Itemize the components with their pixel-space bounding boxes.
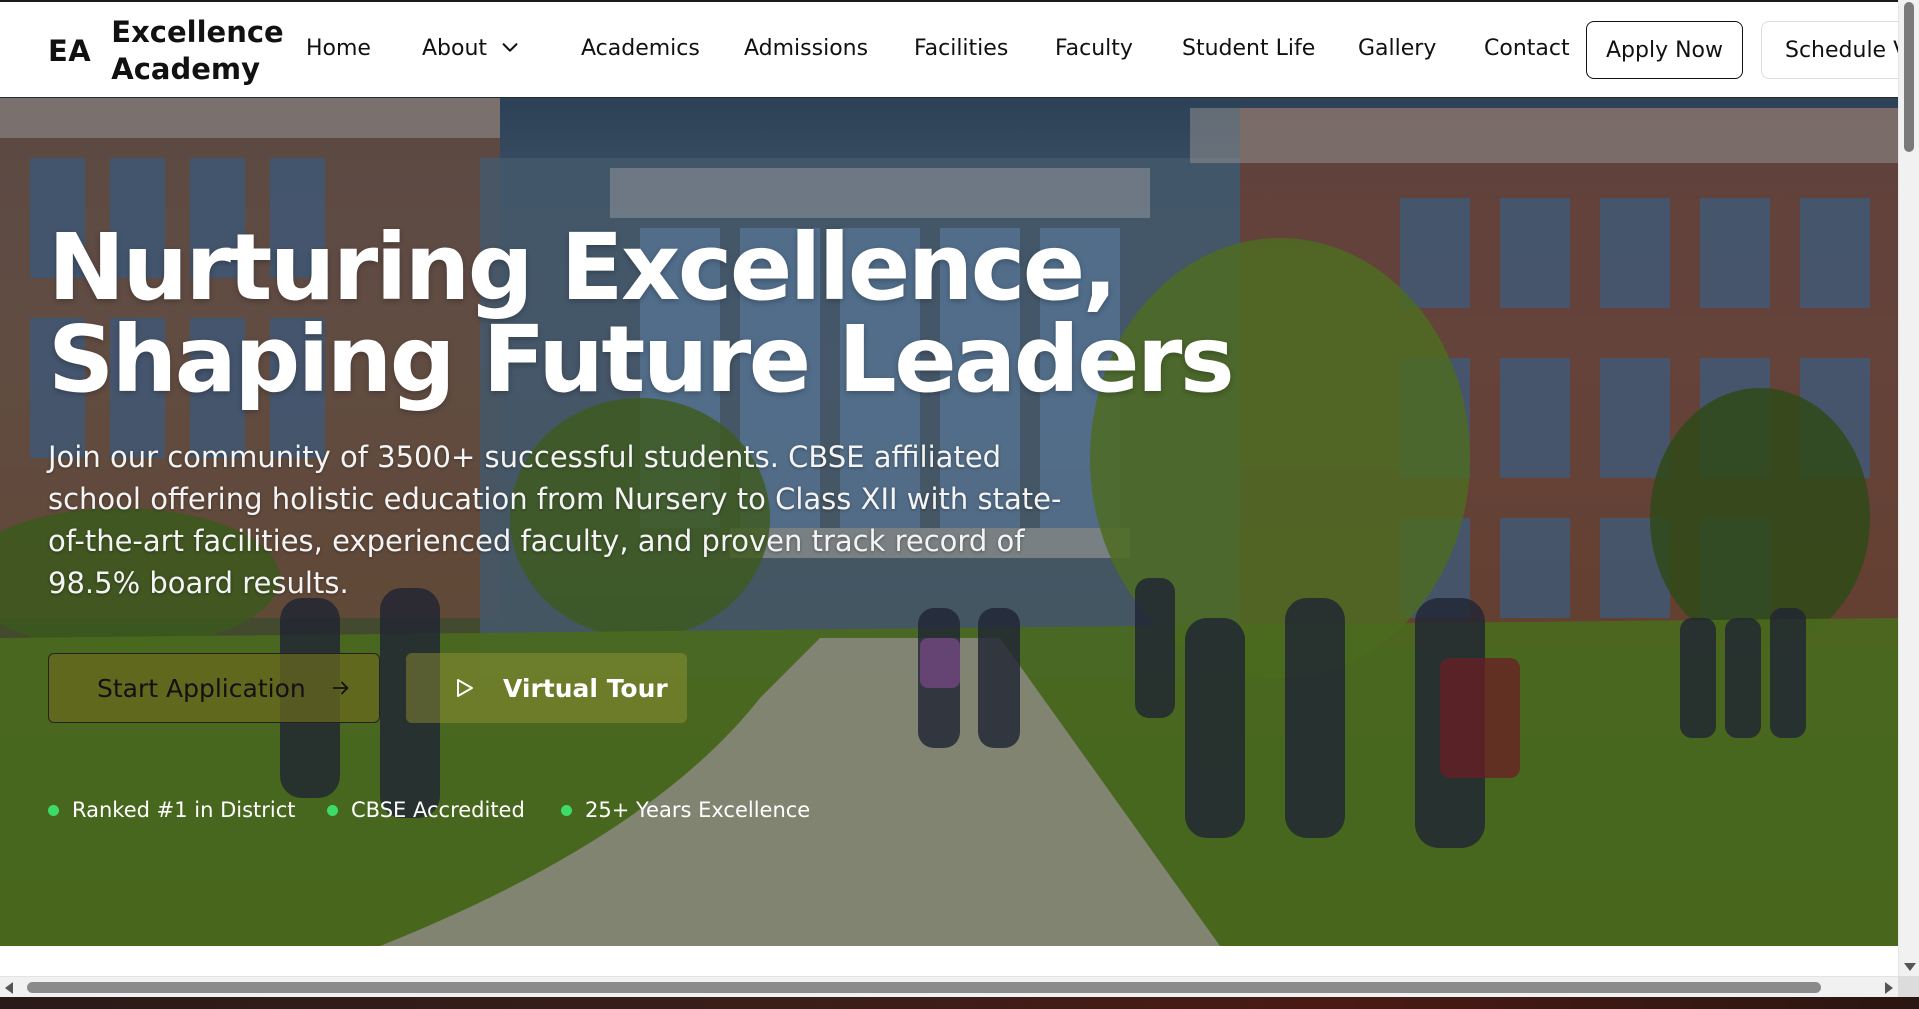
nav-item-student-life[interactable]: Student Life	[1182, 36, 1315, 61]
scrollbar-corner	[1898, 976, 1919, 997]
nav-item-facilities[interactable]: Facilities	[914, 36, 1008, 61]
virtual-tour-label: Virtual Tour	[503, 673, 668, 703]
page-content-below-hero	[0, 946, 1898, 976]
apply-now-button[interactable]: Apply Now	[1586, 21, 1743, 79]
start-application-label: Start Application	[97, 673, 306, 703]
green-dot-icon	[561, 804, 572, 816]
scroll-down-arrow-icon[interactable]	[1904, 963, 1916, 971]
nav-item-academics[interactable]: Academics	[581, 36, 700, 61]
badge-years: 25+ Years Excellence	[561, 798, 810, 822]
arrow-right-icon	[332, 681, 349, 695]
nav-item-gallery[interactable]: Gallery	[1358, 36, 1436, 61]
brand-logo[interactable]: EA Excellence Academy	[48, 10, 284, 92]
horizontal-scrollbar[interactable]	[0, 976, 1898, 997]
hero-title: Nurturing Excellence, Shaping Future Lea…	[48, 214, 1235, 413]
start-application-button[interactable]: Start Application	[48, 653, 380, 723]
play-icon	[457, 679, 473, 697]
horizontal-scroll-thumb[interactable]	[27, 982, 1821, 993]
badge-label: 25+ Years Excellence	[585, 798, 811, 822]
badge-accredited: CBSE Accredited	[327, 798, 525, 822]
scroll-left-arrow-icon[interactable]	[5, 982, 13, 994]
os-taskbar-strip	[0, 997, 1919, 1009]
virtual-tour-button[interactable]: Virtual Tour	[406, 653, 687, 723]
vertical-scroll-thumb[interactable]	[1904, 2, 1914, 152]
nav-item-contact[interactable]: Contact	[1484, 36, 1570, 61]
nav-item-about-label: About	[422, 36, 488, 61]
scroll-right-arrow-icon[interactable]	[1885, 982, 1893, 994]
badge-label: Ranked #1 in District	[72, 798, 296, 822]
badge-ranked: Ranked #1 in District	[48, 798, 296, 822]
badge-label: CBSE Accredited	[351, 798, 525, 822]
nav-item-faculty[interactable]: Faculty	[1055, 36, 1133, 61]
hero-description: Join our community of 3500+ successful s…	[48, 440, 1062, 600]
green-dot-icon	[48, 804, 59, 816]
brand-mark: EA	[48, 34, 92, 68]
chevron-down-icon	[502, 43, 518, 52]
nav-item-home[interactable]: Home	[306, 36, 371, 61]
schedule-visit-button[interactable]: Schedule Vi	[1761, 21, 1898, 79]
green-dot-icon	[327, 804, 338, 816]
brand-name: Excellence Academy	[111, 15, 284, 86]
vertical-scrollbar[interactable]	[1898, 0, 1919, 976]
hero-section: Nurturing Excellence, Shaping Future Lea…	[0, 98, 1898, 946]
site-header: EA Excellence Academy Home About Academi…	[0, 2, 1898, 98]
nav-item-about[interactable]: About	[422, 36, 521, 61]
nav-item-admissions[interactable]: Admissions	[744, 36, 868, 61]
